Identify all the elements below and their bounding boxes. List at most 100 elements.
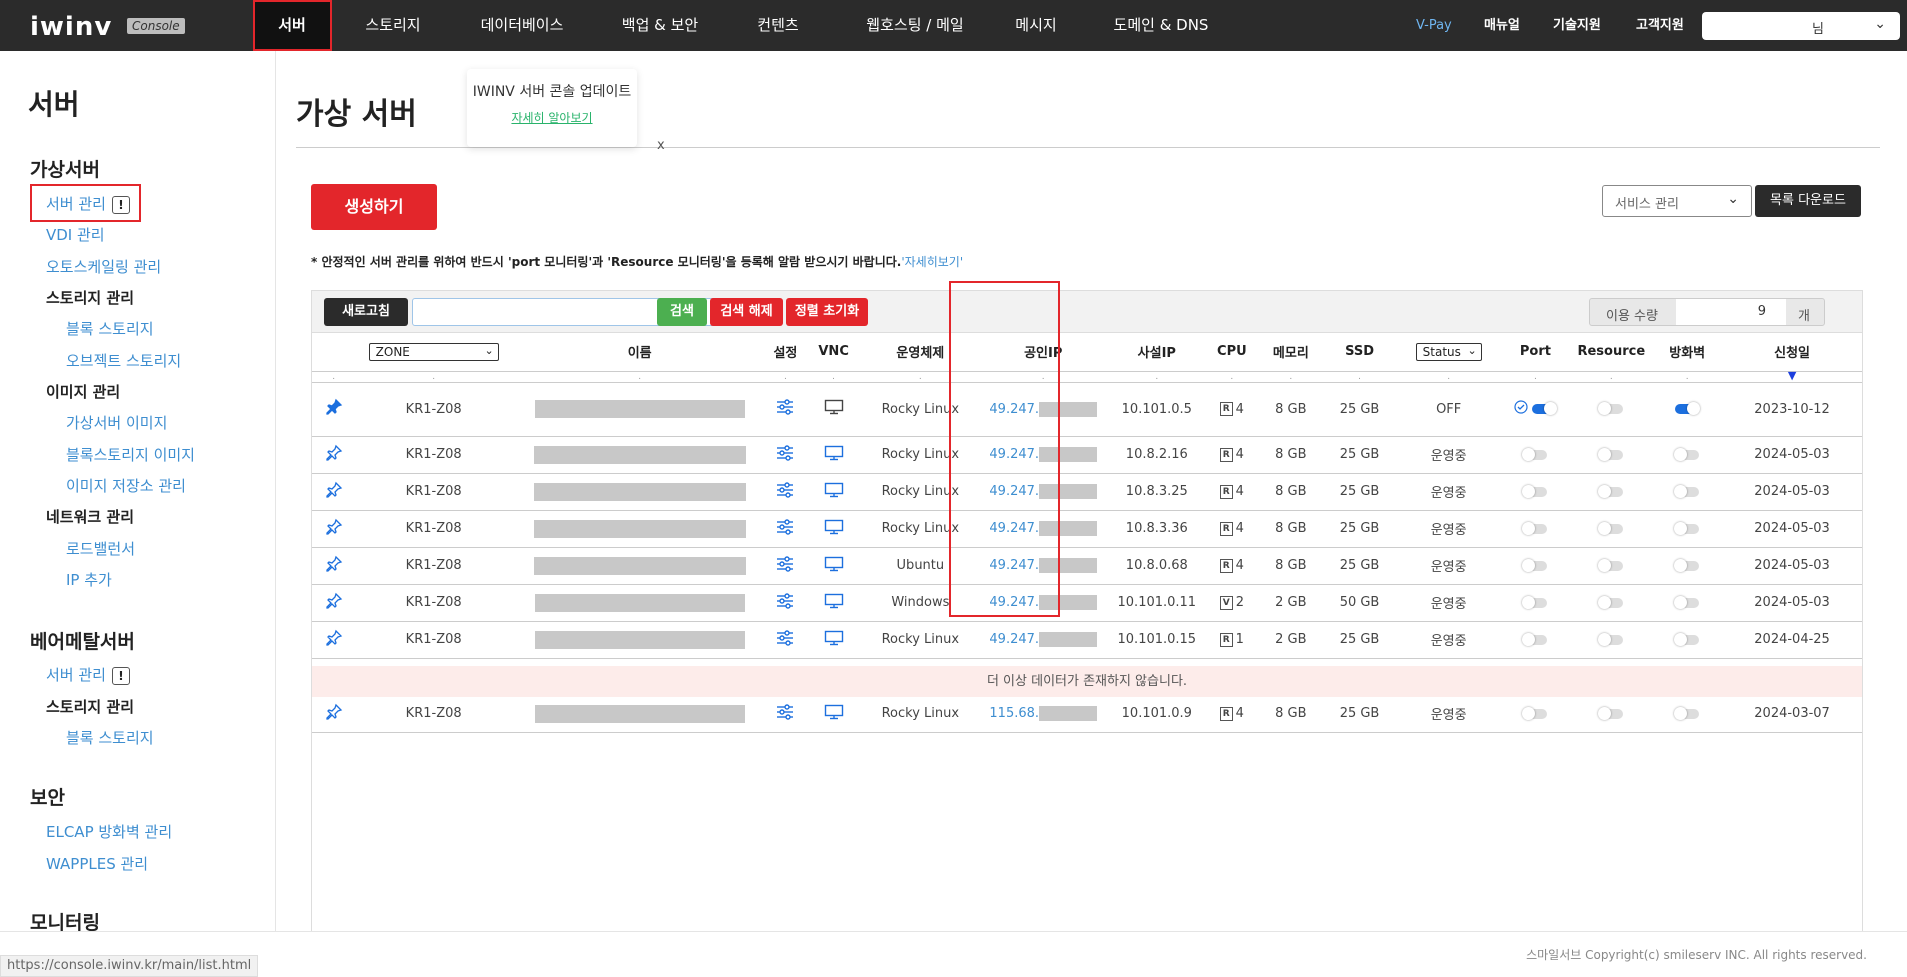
refresh-button[interactable]: 새로고침 [324,298,408,326]
server-name-redacted[interactable] [533,445,746,464]
table-row[interactable]: KR1-Z08 Rocky Linux 49.247. 10.8.2.16 R 4 8 GB… [312,436,1862,474]
notice-link[interactable]: 자세히 알아보기 [467,109,637,126]
cell-public-ip[interactable]: 49.247. [989,447,1039,462]
settings-sliders-icon[interactable] [776,481,794,502]
firewall-toggle[interactable] [1674,484,1700,498]
pin-icon[interactable] [325,518,343,540]
firewall-toggle[interactable] [1675,402,1701,415]
table-row[interactable]: KR1-Z08 Rocky Linux 49.247. 10.101.0.5 R 4 8 G… [312,382,1862,437]
table-row[interactable]: KR1-Z08 Rocky Linux 49.247. 10.8.3.36 R 4 8 GB… [312,510,1862,548]
zone-filter-select[interactable]: ZONE ⌄ [368,342,499,361]
port-toggle[interactable] [1522,484,1548,498]
nav-message[interactable]: 메시지 [1008,0,1064,51]
settings-sliders-icon[interactable] [776,444,794,465]
sidebar-item-server-mgmt[interactable]: 서버 관리! [46,193,130,214]
settings-sliders-icon[interactable] [776,629,794,650]
pin-icon[interactable] [325,703,343,725]
server-name-redacted[interactable] [534,593,745,612]
resource-toggle[interactable] [1598,402,1624,415]
sidebar-item-block-storage[interactable]: 블록 스토리지 [66,318,154,339]
col-memory[interactable]: 메모리 [1259,333,1323,372]
sidebar-item-vdi[interactable]: VDI 관리 [46,224,105,245]
table-row[interactable]: KR1-Z08 Rocky Linux 49.247. 10.101.0.15 R 1 2 … [312,621,1862,659]
notice-close-button[interactable]: x [657,138,665,153]
server-name-redacted[interactable] [534,630,745,649]
resource-toggle[interactable] [1598,484,1624,498]
monitor-icon[interactable] [824,704,844,724]
pin-icon[interactable] [325,555,343,577]
sidebar-item-elcap[interactable]: ELCAP 방화벽 관리 [46,821,172,842]
cell-public-ip[interactable]: 115.68. [989,706,1039,721]
sidebar-item-vm-image[interactable]: 가상서버 이미지 [66,412,167,433]
service-mgmt-select[interactable]: 서비스 관리 ⌄ [1602,185,1752,217]
table-row[interactable]: KR1-Z08 Windows 49.247. 10.101.0.11 V 2 2 GB 50… [312,584,1862,622]
create-button[interactable]: 생성하기 [311,184,437,230]
sidebar-item-loadbalancer[interactable]: 로드밸런서 [66,538,135,559]
nav-server[interactable]: 서버 [254,0,330,51]
cell-public-ip[interactable]: 49.247. [989,484,1039,499]
col-date[interactable]: 신청일 [1722,333,1862,372]
col-private-ip[interactable]: 사설IP [1109,333,1205,372]
nav-webhosting-mail[interactable]: 웹호스팅 / 메일 [850,0,980,51]
table-row[interactable]: KR1-Z08 Rocky Linux 49.247. 10.8.3.25 R 4 8 GB… [312,473,1862,511]
server-name-redacted[interactable] [533,556,746,575]
sidebar-item-object-storage[interactable]: 오브젝트 스토리지 [66,350,181,371]
sidebar-item-ip-add[interactable]: IP 추가 [66,569,112,590]
port-toggle[interactable] [1522,632,1548,646]
nav-database[interactable]: 데이터베이스 [467,0,577,51]
col-name[interactable]: 이름 [511,333,768,372]
firewall-toggle[interactable] [1674,447,1700,461]
port-toggle[interactable] [1532,402,1558,415]
tech-support-link[interactable]: 기술지원 [1553,0,1601,51]
resource-toggle[interactable] [1598,558,1624,572]
sidebar-item-autoscale[interactable]: 오토스케일링 관리 [46,256,161,277]
server-name-redacted[interactable] [533,519,746,538]
port-toggle[interactable] [1522,706,1548,720]
server-name-redacted[interactable] [534,704,745,723]
cell-public-ip[interactable]: 49.247. [989,632,1039,647]
pin-icon[interactable] [325,629,343,651]
monitor-icon[interactable] [824,630,844,650]
monitor-icon[interactable] [824,445,844,465]
iwinv-logo[interactable]: iwinv [30,12,112,42]
resource-toggle[interactable] [1598,521,1624,535]
resource-toggle[interactable] [1598,632,1624,646]
pin-icon[interactable] [325,592,343,614]
sidebar-item-image-repo[interactable]: 이미지 저장소 관리 [66,475,186,496]
monitor-icon[interactable] [824,399,844,419]
settings-sliders-icon[interactable] [776,518,794,539]
user-account-select[interactable]: 님 ⌄ [1702,12,1900,40]
firewall-toggle[interactable] [1674,595,1700,609]
port-toggle[interactable] [1522,595,1548,609]
port-toggle[interactable] [1522,447,1548,461]
monitor-icon[interactable] [824,593,844,613]
settings-sliders-icon[interactable] [776,703,794,724]
port-toggle[interactable] [1522,521,1548,535]
monitor-icon[interactable] [824,482,844,502]
vpay-link[interactable]: V-Pay [1416,0,1452,51]
firewall-toggle[interactable] [1674,558,1700,572]
firewall-toggle[interactable] [1674,632,1700,646]
resource-toggle[interactable] [1598,595,1624,609]
nav-backup-security[interactable]: 백업 & 보안 [612,0,708,51]
sidebar-item-bm-block-storage[interactable]: 블록 스토리지 [66,727,154,748]
nav-domain-dns[interactable]: 도메인 & DNS [1108,0,1214,51]
port-toggle[interactable] [1522,558,1548,572]
cell-public-ip[interactable]: 49.247. [989,521,1039,536]
server-name-redacted[interactable] [533,482,746,501]
pin-icon[interactable] [325,444,343,466]
sidebar-item-wapples[interactable]: WAPPLES 관리 [46,853,148,874]
table-row[interactable]: KR1-Z08 Rocky Linux 115.68. 10.101.0.9 R 4 8 G… [312,695,1862,733]
status-filter-select[interactable]: Status ⌄ [1415,342,1482,361]
firewall-toggle[interactable] [1674,706,1700,720]
settings-sliders-icon[interactable] [776,555,794,576]
col-public-ip[interactable]: 공인IP [976,333,1110,372]
cell-public-ip[interactable]: 49.247. [989,595,1039,610]
search-button[interactable]: 검색 [657,298,707,326]
info-detail-link[interactable]: '자세히보기' [901,255,963,269]
settings-sliders-icon[interactable] [776,399,794,419]
col-cpu[interactable]: CPU [1204,333,1260,372]
firewall-toggle[interactable] [1674,521,1700,535]
server-name-redacted[interactable] [534,400,745,418]
sidebar-item-block-image[interactable]: 블록스토리지 이미지 [66,444,195,465]
